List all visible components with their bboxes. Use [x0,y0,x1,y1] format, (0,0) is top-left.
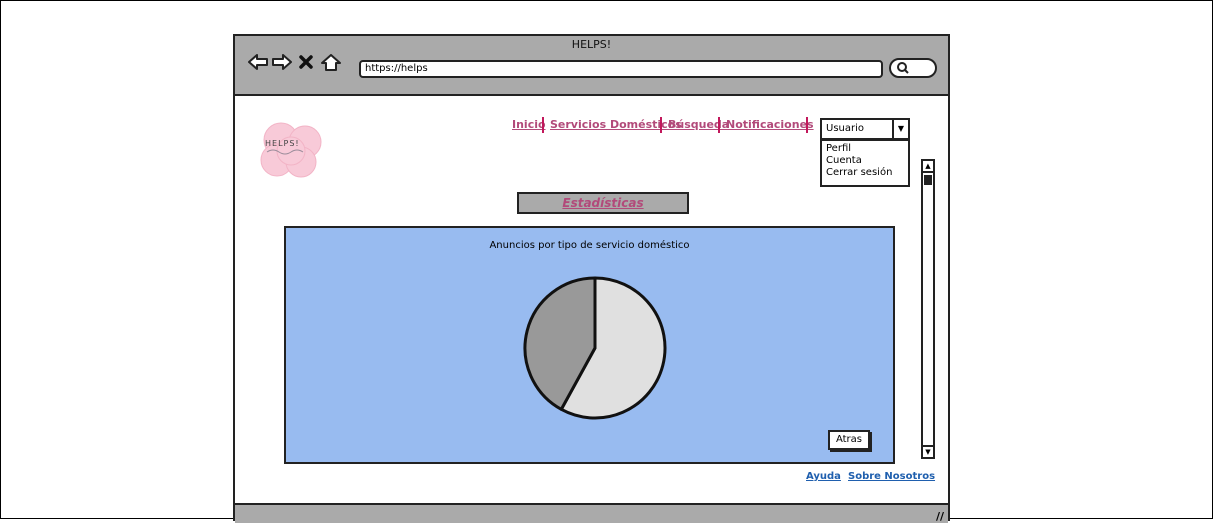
forward-arrow-icon[interactable] [271,54,293,70]
user-dropdown-menu: Perfil Cuenta Cerrar sesión [820,139,910,187]
back-arrow-icon[interactable] [247,54,269,70]
user-select[interactable]: Usuario ▼ [820,118,910,140]
window-title: HELPS! [571,38,612,51]
menu-item-perfil[interactable]: Perfil [822,143,908,155]
user-select-value: Usuario [826,123,865,134]
help-link[interactable]: Ayuda [806,471,841,482]
menu-item-cerrar-sesion[interactable]: Cerrar sesión [822,167,908,179]
nav-separator [660,117,662,133]
scroll-up-icon[interactable]: ▲ [923,161,933,173]
nav-busqueda[interactable]: Búsqueda [668,118,729,131]
logo-text: HELPS! [265,139,300,148]
chart-title: Anuncios por tipo de servicio doméstico [489,240,690,251]
logo: HELPS! [260,122,322,178]
browser-search-button[interactable] [889,58,937,78]
nav-separator [542,117,544,133]
vertical-scrollbar[interactable]: ▲ ▼ [921,159,935,459]
address-bar[interactable]: https://helps [359,60,883,78]
menu-item-cuenta[interactable]: Cuenta [822,155,908,167]
browser-window: HELPS! https://helps HELPS! Inicio Servi… [233,34,950,523]
nav-notificaciones[interactable]: Notificaciones [726,118,814,131]
back-button[interactable]: Atras [828,430,870,450]
home-icon[interactable] [321,54,341,72]
page-title[interactable]: Estadísticas [517,192,689,214]
nav-inicio[interactable]: Inicio [512,118,546,131]
nav-servicios-domesticos[interactable]: Servicios Domésticos [550,118,682,131]
scroll-down-icon[interactable]: ▼ [923,445,933,457]
pie-chart [523,276,667,420]
search-icon [897,62,909,74]
status-bar: // [235,503,948,523]
close-icon[interactable] [298,54,314,70]
resize-grip-icon[interactable]: // [936,510,944,523]
chevron-down-icon[interactable]: ▼ [892,120,908,138]
title-bar: HELPS! https://helps [235,36,948,96]
scroll-thumb[interactable] [924,175,932,185]
about-link[interactable]: Sobre Nosotros [848,471,935,482]
chart-panel: Anuncios por tipo de servicio doméstico … [284,226,895,464]
nav-separator [806,117,808,133]
nav-separator [718,117,720,133]
